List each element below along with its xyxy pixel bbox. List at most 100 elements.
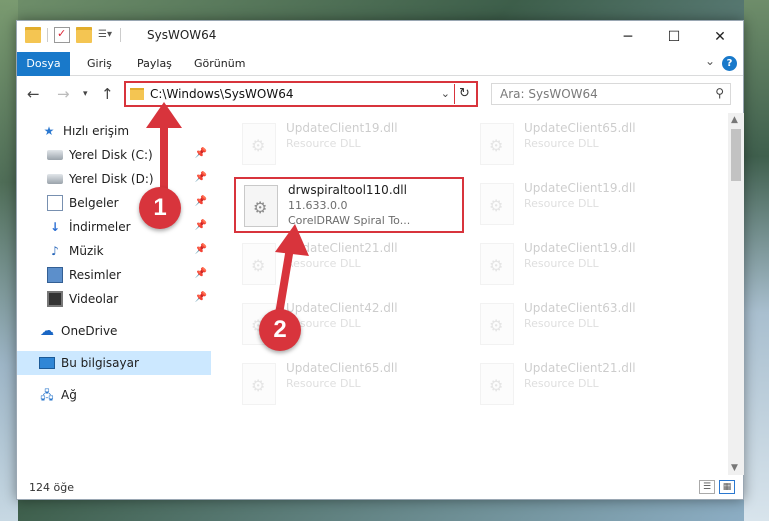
minimize-button[interactable]: ─ bbox=[605, 21, 651, 52]
scroll-down-icon[interactable]: ▼ bbox=[731, 463, 738, 473]
gear-icon: ⚙ bbox=[489, 256, 504, 275]
gear-icon: ⚙ bbox=[251, 136, 266, 155]
maximize-button[interactable]: ☐ bbox=[651, 21, 697, 52]
ribbon-tabs: Dosya Giriş Paylaş Görünüm ⌄ ? bbox=[17, 52, 743, 76]
file-explorer-window: ☰▾ SysWOW64 ─ ☐ ✕ Dosya Giriş Paylaş Gör… bbox=[16, 20, 744, 500]
sidebar-item-label: OneDrive bbox=[61, 324, 118, 338]
annotation-step-2: 2 bbox=[259, 309, 301, 351]
file-item[interactable]: ⚙ UpdateClient19.dll Resource DLL bbox=[472, 237, 702, 293]
sidebar-item-this-pc[interactable]: Bu bilgisayar bbox=[17, 351, 211, 375]
tab-view[interactable]: Görünüm bbox=[184, 52, 255, 76]
sidebar-item-label: Hızlı erişim bbox=[63, 124, 130, 138]
search-icon[interactable]: ⚲ bbox=[715, 86, 724, 100]
sidebar-item-label: Resimler bbox=[69, 268, 122, 282]
sidebar-item-label: Müzik bbox=[69, 244, 104, 258]
sidebar-item-label: Bu bilgisayar bbox=[61, 356, 139, 370]
file-version: 11.633.0.0 bbox=[288, 199, 348, 212]
file-name: UpdateClient65.dll bbox=[286, 361, 398, 375]
cloud-icon: ☁ bbox=[40, 323, 54, 339]
sidebar-item-label: Belgeler bbox=[69, 196, 119, 210]
dll-file-icon: ⚙ bbox=[244, 185, 278, 227]
tab-share[interactable]: Paylaş bbox=[127, 52, 182, 76]
dll-file-icon: ⚙ bbox=[242, 123, 276, 165]
tiles-view-icon[interactable]: ▦ bbox=[719, 480, 735, 494]
disk-icon bbox=[47, 174, 63, 184]
scroll-thumb[interactable] bbox=[731, 129, 741, 181]
sidebar-item-label: Videolar bbox=[69, 292, 119, 306]
file-item[interactable]: ⚙ UpdateClient21.dll Resource DLL bbox=[472, 357, 702, 413]
sidebar-item-music[interactable]: ♪ Müzik 📌 bbox=[17, 239, 211, 263]
pin-icon[interactable]: 📌 bbox=[195, 220, 207, 231]
gear-icon: ⚙ bbox=[253, 198, 268, 217]
dll-file-icon: ⚙ bbox=[480, 243, 514, 285]
address-path[interactable]: C:\Windows\SysWOW64 bbox=[150, 87, 294, 101]
pictures-icon bbox=[47, 267, 63, 283]
file-item[interactable]: ⚙ UpdateClient65.dll Resource DLL bbox=[472, 117, 702, 173]
annotation-arrow-2 bbox=[275, 224, 309, 315]
file-name: UpdateClient21.dll bbox=[524, 361, 636, 375]
help-icon[interactable]: ? bbox=[722, 56, 737, 71]
title-bar: ☰▾ SysWOW64 ─ ☐ ✕ bbox=[17, 21, 743, 52]
scroll-up-icon[interactable]: ▲ bbox=[731, 115, 738, 125]
pin-icon[interactable]: 📌 bbox=[195, 268, 207, 279]
file-type: Resource DLL bbox=[286, 377, 361, 390]
chevron-down-icon[interactable]: ⌄ bbox=[441, 87, 450, 100]
file-name: UpdateClient19.dll bbox=[524, 181, 636, 195]
file-type: Resource DLL bbox=[524, 377, 599, 390]
dll-file-icon: ⚙ bbox=[480, 303, 514, 345]
sidebar-item-downloads[interactable]: ↓ İndirmeler 📌 bbox=[17, 215, 211, 239]
gear-icon: ⚙ bbox=[489, 316, 504, 335]
videos-icon bbox=[47, 291, 63, 307]
star-icon: ★ bbox=[43, 124, 55, 138]
toolbar-divider bbox=[120, 28, 121, 42]
tab-file[interactable]: Dosya bbox=[17, 52, 70, 76]
status-bar: 124 öğe ☰ ▦ bbox=[17, 477, 743, 499]
sidebar-item-network[interactable]: 🖧 Ağ bbox=[17, 383, 211, 407]
file-type: Resource DLL bbox=[524, 317, 599, 330]
gear-icon: ⚙ bbox=[489, 376, 504, 395]
file-item[interactable]: ⚙ UpdateClient65.dll Resource DLL bbox=[234, 357, 464, 413]
pin-icon[interactable]: 📌 bbox=[195, 292, 207, 303]
item-count: 124 öğe bbox=[29, 481, 74, 494]
file-item[interactable]: ⚙ UpdateClient63.dll Resource DLL bbox=[472, 297, 702, 353]
documents-icon bbox=[47, 195, 63, 211]
file-name: UpdateClient65.dll bbox=[524, 121, 636, 135]
tab-home[interactable]: Giriş bbox=[77, 52, 122, 76]
folder-icon bbox=[25, 27, 41, 43]
dll-file-icon: ⚙ bbox=[242, 363, 276, 405]
details-view-icon[interactable]: ☰ bbox=[699, 480, 715, 494]
customize-toolbar-icon[interactable]: ☰▾ bbox=[98, 27, 114, 43]
recent-locations-chevron-icon[interactable]: ▾ bbox=[83, 89, 88, 99]
quick-access-toolbar: ☰▾ bbox=[25, 27, 121, 43]
music-icon: ♪ bbox=[51, 244, 59, 258]
chevron-down-icon[interactable]: ⌄ bbox=[705, 54, 715, 68]
up-arrow-icon[interactable]: ↑ bbox=[101, 85, 114, 103]
network-icon: 🖧 bbox=[40, 388, 54, 402]
sidebar-item-label: Ağ bbox=[61, 388, 77, 402]
download-icon: ↓ bbox=[49, 220, 61, 234]
sidebar-item-onedrive[interactable]: ☁ OneDrive bbox=[17, 319, 211, 343]
sidebar-item-pictures[interactable]: Resimler 📌 bbox=[17, 263, 211, 287]
new-folder-icon[interactable] bbox=[76, 27, 92, 43]
close-button[interactable]: ✕ bbox=[697, 21, 743, 52]
window-title: SysWOW64 bbox=[147, 28, 217, 42]
window-controls: ─ ☐ ✕ bbox=[605, 21, 743, 52]
properties-icon[interactable] bbox=[54, 27, 70, 43]
file-item[interactable]: ⚙ UpdateClient19.dll Resource DLL bbox=[472, 177, 702, 233]
sidebar-item-videos[interactable]: Videolar 📌 bbox=[17, 287, 211, 311]
file-type: Resource DLL bbox=[524, 137, 599, 150]
pin-icon[interactable]: 📌 bbox=[195, 244, 207, 255]
search-placeholder: Ara: SysWOW64 bbox=[500, 87, 598, 101]
address-row: ← → ▾ ↑ C:\Windows\SysWOW64 ⌄ ↻ Ara: Sys… bbox=[17, 77, 743, 111]
annotation-step-1: 1 bbox=[139, 187, 181, 229]
vertical-scrollbar[interactable]: ▲ ▼ bbox=[728, 113, 744, 475]
refresh-icon[interactable]: ↻ bbox=[454, 84, 474, 104]
gear-icon: ⚙ bbox=[251, 256, 266, 275]
computer-icon bbox=[39, 357, 55, 369]
gear-icon: ⚙ bbox=[489, 136, 504, 155]
file-type: Resource DLL bbox=[286, 137, 361, 150]
search-input[interactable]: Ara: SysWOW64 ⚲ bbox=[491, 83, 731, 105]
file-item[interactable]: ⚙ UpdateClient19.dll Resource DLL bbox=[234, 117, 464, 173]
back-arrow-icon[interactable]: ← bbox=[27, 85, 40, 103]
forward-arrow-icon[interactable]: → bbox=[57, 85, 70, 103]
